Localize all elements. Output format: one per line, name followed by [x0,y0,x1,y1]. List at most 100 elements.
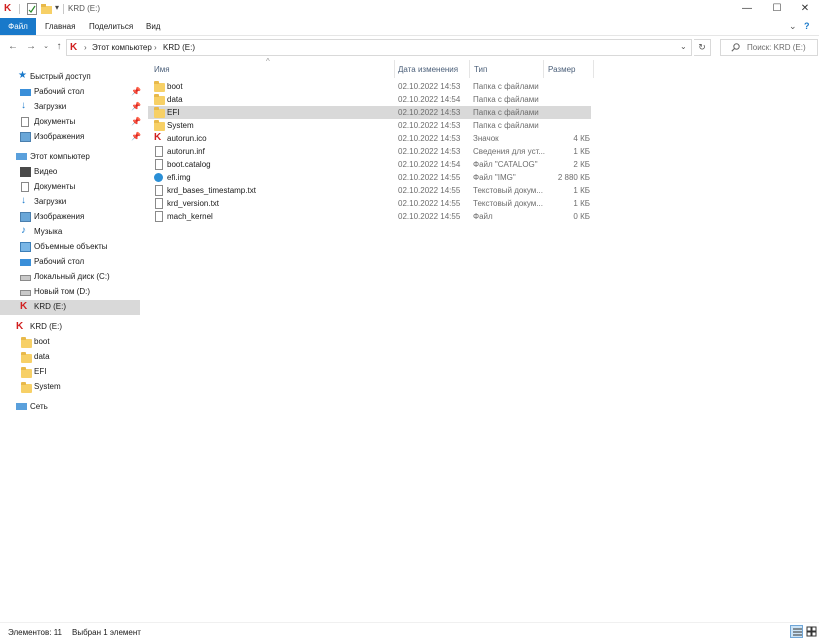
table-row[interactable]: krd_bases_timestamp.txt 02.10.2022 14:55 Т… [148,184,591,197]
maximize-icon[interactable]: ☐ [762,0,792,18]
pin-icon[interactable]: 📌 [131,132,141,141]
breadcrumb-separator-icon: › [84,43,87,52]
downloads-icon: ↓ [21,195,26,206]
up-icon[interactable]: ↑ [52,40,66,54]
table-row[interactable]: autorun.inf 02.10.2022 14:53 Сведения для … [148,145,591,158]
nav-pc-music[interactable]: ♪ Музыка [0,225,140,240]
nav-pc-3d-objects[interactable]: Объемные объекты [0,240,140,255]
column-header-date[interactable]: Дата изменения [398,65,458,74]
nav-pc-local-disk-c[interactable]: Локальный диск (C:) [0,270,140,285]
column-divider[interactable] [394,60,395,78]
cell-date: 02.10.2022 14:53 [398,147,461,156]
nav-label: data [34,352,50,361]
nav-network[interactable]: Сеть [0,400,140,415]
expand-ribbon-icon[interactable]: ⌄ [789,21,797,32]
large-icons-view-icon[interactable] [805,625,818,638]
window-title: KRD (E:) [68,4,100,13]
nav-folder-data[interactable]: data [0,350,140,365]
table-row[interactable]: efi.img 02.10.2022 14:55 Файл "IMG" 2 880 К… [148,171,591,184]
address-bar[interactable]: K › Этот компьютер › KRD (E:) ⌄ [66,39,692,56]
table-row[interactable]: System 02.10.2022 14:53 Папка с файлами [148,119,591,132]
nav-pc-desktop[interactable]: Рабочий стол [0,255,140,270]
column-header-size[interactable]: Размер [548,65,576,74]
item-count: Элементов: 11 [8,628,62,637]
nav-label: Этот компьютер [30,152,90,161]
pin-icon[interactable]: 📌 [131,102,141,111]
customize-quick-access-icon[interactable]: ▾ [55,3,59,15]
music-icon: ♪ [21,225,26,236]
nav-pc-krd-e[interactable]: K KRD (E:) [0,300,140,315]
column-header-name[interactable]: Имя [154,65,170,74]
recent-locations-icon[interactable]: ⌄ [39,40,53,54]
breadcrumb-this-pc[interactable]: Этот компьютер [92,43,152,52]
table-row[interactable]: Kautorun.ico 02.10.2022 14:53 Значок 4 КБ [148,132,591,145]
details-view-icon[interactable] [790,625,803,638]
cell-date: 02.10.2022 14:53 [398,82,461,91]
pictures-icon [20,132,31,142]
tab-file[interactable]: Файл [0,18,36,35]
help-icon[interactable]: ? [804,21,810,31]
nav-label: Документы [34,117,76,126]
nav-label: Видео [34,167,58,176]
search-box[interactable]: Поиск: KRD (E:) [720,39,818,56]
nav-label: Объемные объекты [34,242,108,251]
table-row[interactable]: krd_version.txt 02.10.2022 14:55 Текстовый… [148,197,591,210]
computer-icon [16,153,27,160]
downloads-icon: ↓ [21,100,26,111]
column-divider[interactable] [469,60,470,78]
column-divider[interactable] [543,60,544,78]
table-row[interactable]: boot.catalog 02.10.2022 14:54 Файл "CATALO… [148,158,591,171]
file-icon [155,211,163,222]
breadcrumb-current[interactable]: KRD (E:) [163,43,195,52]
nav-quick-documents[interactable]: Документы 📌 [0,115,141,130]
cell-name: data [167,95,183,104]
column-divider[interactable] [593,60,594,78]
text-file-icon [155,198,163,209]
table-row[interactable]: mach_kernel 02.10.2022 14:55 Файл 0 КБ [148,210,591,223]
tab-view[interactable]: Вид [146,18,160,35]
settings-file-icon [155,146,163,157]
cell-name: krd_bases_timestamp.txt [167,186,256,195]
properties-icon[interactable] [27,3,37,15]
search-input[interactable]: Поиск: KRD (E:) [747,43,806,52]
new-folder-icon[interactable] [41,3,52,15]
column-header-type[interactable]: Тип [474,65,487,74]
back-icon[interactable]: ← [6,40,20,54]
table-row[interactable]: boot 02.10.2022 14:53 Папка с файлами [148,80,591,93]
nav-drive-krd[interactable]: K KRD (E:) [0,320,140,335]
pin-icon[interactable]: 📌 [131,117,141,126]
nav-folder-efi[interactable]: EFI [0,365,140,380]
nav-pc-downloads[interactable]: ↓ Загрузки [0,195,140,210]
nav-pc-new-volume-d[interactable]: Новый том (D:) [0,285,140,300]
documents-icon [21,117,29,127]
nav-quick-pictures[interactable]: Изображения 📌 [0,130,141,145]
navigation-pane: ★ Быстрый доступ Рабочий стол 📌 ↓ Загруз… [0,62,142,622]
nav-pc-pictures[interactable]: Изображения [0,210,140,225]
nav-folder-system[interactable]: System [0,380,140,395]
nav-pc-videos[interactable]: Видео [0,165,140,180]
table-row[interactable]: EFI 02.10.2022 14:53 Папка с файлами [148,106,591,119]
tab-home[interactable]: Главная [45,18,75,35]
cell-type: Значок [473,134,499,143]
folder-icon [21,337,32,348]
address-history-icon[interactable]: ⌄ [680,42,687,51]
nav-label: Музыка [34,227,63,236]
table-row[interactable]: data 02.10.2022 14:54 Папка с файлами [148,93,591,106]
nav-this-pc[interactable]: Этот компьютер [0,150,140,165]
pin-icon[interactable]: 📌 [131,87,141,96]
cell-type: Папка с файлами [473,121,539,130]
nav-folder-boot[interactable]: boot [0,335,140,350]
nav-pc-documents[interactable]: Документы [0,180,140,195]
nav-quick-downloads[interactable]: ↓ Загрузки 📌 [0,100,141,115]
desktop-icon [20,89,31,96]
tab-share[interactable]: Поделиться [89,18,133,35]
cell-type: Папка с файлами [473,108,539,117]
cell-name: autorun.inf [167,147,205,156]
krd-app-icon: K [4,3,12,14]
refresh-icon[interactable]: ↻ [694,39,711,56]
nav-quick-access[interactable]: ★ Быстрый доступ [0,70,140,85]
nav-quick-desktop[interactable]: Рабочий стол 📌 [0,85,141,100]
minimize-icon[interactable]: — [732,0,762,18]
forward-icon[interactable]: → [24,40,38,54]
close-icon[interactable]: ✕ [790,0,819,18]
